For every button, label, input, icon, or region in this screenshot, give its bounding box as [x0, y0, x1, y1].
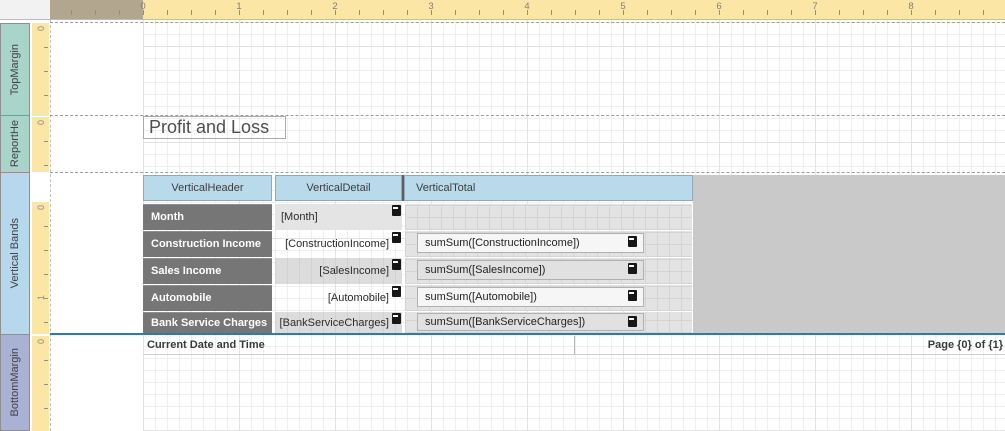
- page-number-label[interactable]: Page {0} of {1}: [575, 336, 1005, 355]
- total-cell[interactable]: sumSum([ConstructionIncome]): [417, 233, 644, 253]
- total-area: sumSum([ConstructionIncome]): [405, 231, 692, 257]
- detail-field-label: [ConstructionIncome]: [285, 238, 389, 250]
- band-bottom-edge[interactable]: [50, 333, 1005, 335]
- vertical-ruler-ticks: [44, 47, 48, 116]
- ruler-number: 4: [524, 1, 529, 12]
- band-separator-page-top: [50, 22, 1005, 23]
- band-caption-report-header[interactable]: ReportHe: [0, 115, 30, 173]
- ruler-number: 8: [908, 1, 913, 12]
- row-header-label: Construction Income: [151, 238, 261, 250]
- ruler-number: 0: [36, 21, 45, 36]
- horizontal-ruler-scale[interactable]: 0 1 2 3 4 5 6 7 8: [50, 0, 1005, 19]
- total-cell[interactable]: sumSum([BankServiceCharges]): [417, 313, 644, 331]
- field-binding-icon[interactable]: [628, 263, 637, 274]
- detail-field-label: [SalesIncome]: [319, 265, 389, 277]
- vertical-ruler-ticks: [44, 360, 48, 431]
- page-datetime-label[interactable]: Current Date and Time: [143, 336, 575, 355]
- total-cell[interactable]: sumSum([Automobile]): [417, 287, 644, 307]
- ruler-number: 3: [428, 1, 433, 12]
- vertical-ruler-vertical-bands[interactable]: 01: [32, 202, 49, 334]
- vertical-ruler-ticks: [44, 141, 48, 172]
- vertical-ruler-bottom-margin[interactable]: 0: [32, 336, 49, 431]
- report-title-text: Profit and Loss: [149, 117, 269, 138]
- row-header-cell[interactable]: Month: [143, 204, 272, 230]
- detail-field-label: [BankServiceCharges]: [280, 317, 389, 329]
- row-header-label: Sales Income: [151, 265, 221, 277]
- report-designer-surface: 012345678 TopMargin ReportHe Vertical Ba…: [0, 0, 1005, 431]
- band-caption-label: Vertical Bands: [9, 218, 21, 288]
- field-binding-icon[interactable]: [392, 205, 401, 216]
- band-header-label: VerticalHeader: [171, 182, 243, 194]
- band-caption-top-margin[interactable]: TopMargin: [0, 23, 30, 116]
- total-expression-label: sumSum([ConstructionIncome]): [425, 237, 580, 249]
- row-header-label: Bank Service Charges: [151, 317, 267, 329]
- datetime-text: Current Date and Time: [147, 339, 265, 351]
- detail-cell[interactable]: [Month]: [275, 204, 402, 230]
- field-binding-icon[interactable]: [392, 313, 401, 324]
- row-header-cell[interactable]: Bank Service Charges: [143, 312, 272, 333]
- row-header-cell[interactable]: Automobile: [143, 285, 272, 311]
- field-binding-icon[interactable]: [392, 259, 401, 270]
- vertical-ruler-top-margin[interactable]: 0: [32, 23, 49, 116]
- total-expression-label: sumSum([BankServiceCharges]): [425, 316, 585, 328]
- row-header-label: Automobile: [151, 292, 212, 304]
- ruler-number: 0: [36, 115, 45, 130]
- field-binding-icon[interactable]: [628, 236, 637, 247]
- band-separator-report-header[interactable]: [50, 172, 1005, 173]
- band-header-label: VerticalTotal: [416, 182, 475, 194]
- band-header-label: VerticalDetail: [306, 182, 370, 194]
- band-caption-label: ReportHe: [9, 120, 21, 167]
- design-page[interactable]: Profit and Loss VerticalHeader VerticalD…: [50, 20, 1005, 431]
- total-area: sumSum([Automobile]): [405, 285, 692, 311]
- ruler-number: 1: [236, 1, 241, 12]
- band-caption-label: TopMargin: [9, 44, 21, 95]
- total-expression-label: sumSum([Automobile]): [425, 291, 537, 303]
- ruler-number: 7: [812, 1, 817, 12]
- field-binding-icon[interactable]: [392, 286, 401, 297]
- page-left-edge: [50, 20, 51, 431]
- row-header-cell[interactable]: Construction Income: [143, 231, 272, 257]
- field-binding-icon[interactable]: [628, 290, 637, 301]
- detail-cell[interactable]: [Automobile]: [275, 285, 402, 311]
- detail-cell[interactable]: [BankServiceCharges]: [275, 312, 402, 333]
- ruler-number: 2: [332, 1, 337, 12]
- detail-cell[interactable]: [ConstructionIncome]: [275, 231, 402, 257]
- out-of-band-area: [693, 175, 1005, 334]
- band-caption-bottom-margin[interactable]: BottomMargin: [0, 334, 30, 431]
- row-header-cell[interactable]: Sales Income: [143, 258, 272, 284]
- ruler-number: 6: [716, 1, 721, 12]
- total-area: sumSum([SalesIncome]): [405, 258, 692, 284]
- ruler-number: 0: [140, 1, 145, 12]
- vertical-ruler-report-header[interactable]: 0: [32, 117, 49, 172]
- field-binding-icon[interactable]: [392, 232, 401, 243]
- detail-cell[interactable]: [SalesIncome]: [275, 258, 402, 284]
- band-header-vertical-detail[interactable]: VerticalDetail: [275, 175, 402, 201]
- band-header-vertical-header[interactable]: VerticalHeader: [143, 175, 272, 201]
- total-area: [405, 204, 692, 230]
- row-header-label: Month: [151, 211, 184, 223]
- page-number-text: Page {0} of {1}: [928, 339, 1003, 351]
- vertical-ruler-ticks: [44, 226, 48, 334]
- ruler-number: 0: [36, 200, 45, 215]
- report-title-label[interactable]: Profit and Loss: [143, 116, 286, 139]
- band-caption-label: BottomMargin: [9, 348, 21, 416]
- horizontal-ruler[interactable]: 0 1 2 3 4 5 6 7 8: [0, 0, 1005, 20]
- ruler-number: 0: [36, 334, 45, 349]
- horizontal-ruler-numbers: 0 1 2 3 4 5 6 7 8: [50, 0, 1005, 19]
- band-caption-vertical-bands[interactable]: Vertical Bands: [0, 172, 30, 335]
- total-area: sumSum([BankServiceCharges]): [405, 312, 692, 333]
- band-header-vertical-total[interactable]: VerticalTotal: [404, 175, 693, 201]
- field-binding-icon[interactable]: [628, 316, 637, 327]
- ruler-number: 5: [620, 1, 625, 12]
- total-expression-label: sumSum([SalesIncome]): [425, 264, 545, 276]
- detail-field-label: [Automobile]: [328, 292, 389, 304]
- total-cell[interactable]: sumSum([SalesIncome]): [417, 260, 644, 280]
- ruler-number: 1: [36, 290, 45, 305]
- detail-field-label: [Month]: [281, 211, 318, 223]
